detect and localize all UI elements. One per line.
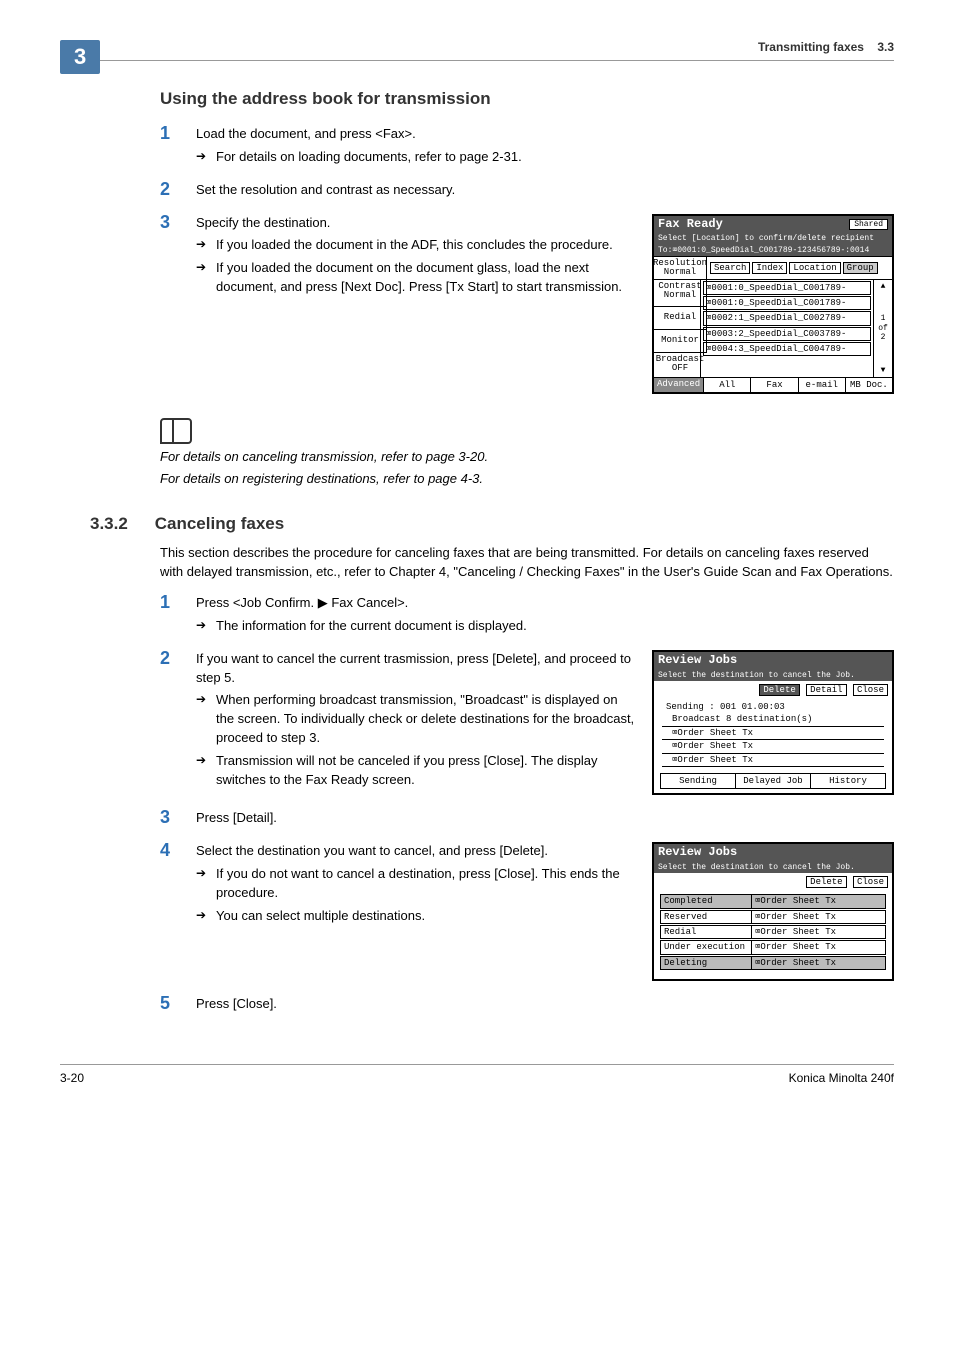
shared-button[interactable]: Shared	[849, 219, 888, 230]
job-header: Sending : 001 01.00:03	[662, 701, 884, 713]
header-section: 3.3	[877, 40, 894, 54]
step-number: 2	[160, 648, 170, 669]
email-tab[interactable]: e-mail	[799, 378, 846, 392]
step-text: Set the resolution and contrast as neces…	[196, 181, 894, 200]
monitor-button[interactable]: Monitor	[654, 330, 707, 353]
status-row[interactable]: Reserved⌧Order Sheet Tx	[660, 910, 886, 924]
screen-subtitle: Select the destination to cancel the Job…	[654, 670, 892, 681]
review-jobs-detail-screen: Review Jobs Select the destination to ca…	[652, 842, 894, 981]
fax-tab[interactable]: Fax	[751, 378, 798, 392]
sub-step: If you do not want to cancel a destinati…	[196, 865, 638, 903]
note-text: For details on registering destinations,…	[160, 470, 894, 488]
fax-ready-screen: Fax Ready Shared Select [Location] to co…	[652, 214, 894, 395]
step-text: Press [Close].	[196, 995, 894, 1014]
header-title: Transmitting faxes	[758, 40, 864, 54]
step-number: 1	[160, 592, 170, 613]
intro-paragraph: This section describes the procedure for…	[160, 544, 894, 582]
speed-dial-entry[interactable]: ⌧0002:1_SpeedDial_C002789-	[703, 311, 871, 325]
screen-to-line: To:⌧0001:0_SpeedDial_C001789-123456789-:…	[654, 245, 892, 256]
sub-step: For details on loading documents, refer …	[196, 148, 894, 167]
step-number: 2	[160, 179, 170, 200]
section-number: 3.3.2	[90, 514, 150, 534]
status-row[interactable]: Completed⌧Order Sheet Tx	[660, 894, 886, 908]
search-tab[interactable]: Search	[710, 262, 750, 274]
delete-button[interactable]: Delete	[759, 684, 799, 696]
step-number: 3	[160, 807, 170, 828]
step-number: 3	[160, 212, 170, 233]
index-tab[interactable]: Index	[752, 262, 787, 274]
location-tab[interactable]: Location	[789, 262, 840, 274]
section-heading-2: 3.3.2 Canceling faxes	[160, 514, 894, 534]
speed-dial-entry[interactable]: ⌧0003:2_SpeedDial_C003789-	[703, 327, 871, 341]
sub-step: The information for the current document…	[196, 617, 894, 636]
section-title-1: Using the address book for transmission	[160, 89, 894, 109]
status-row[interactable]: Deleting⌧Order Sheet Tx	[660, 956, 886, 970]
delayed-job-tab[interactable]: Delayed Job	[736, 774, 811, 788]
speed-dial-entry[interactable]: ⌧0001:0_SpeedDial_C001789-	[703, 281, 871, 295]
job-line[interactable]: Broadcast 8 destination(s)	[662, 713, 884, 726]
job-line[interactable]: ⌧Order Sheet Tx	[662, 740, 884, 753]
status-row[interactable]: Under execution⌧Order Sheet Tx	[660, 940, 886, 954]
history-tab[interactable]: History	[811, 774, 885, 788]
product-name: Konica Minolta 240f	[789, 1071, 894, 1085]
close-button[interactable]: Close	[853, 876, 888, 888]
screen-subtitle: Select [Location] to confirm/delete reci…	[654, 233, 892, 244]
chapter-badge: 3	[60, 40, 100, 74]
screen-title: Review Jobs	[658, 654, 737, 668]
redial-button[interactable]: Redial	[654, 307, 707, 330]
group-tab[interactable]: Group	[843, 262, 878, 274]
mbdoc-tab[interactable]: MB Doc.	[846, 378, 892, 392]
delete-button[interactable]: Delete	[806, 876, 846, 888]
page-number: 3-20	[60, 1071, 84, 1085]
step-number: 1	[160, 123, 170, 144]
note-text: For details on canceling transmission, r…	[160, 448, 894, 466]
step-number: 5	[160, 993, 170, 1014]
close-button[interactable]: Close	[853, 684, 888, 696]
step-number: 4	[160, 840, 170, 861]
page-header: Transmitting faxes 3.3	[60, 40, 894, 61]
sub-step: You can select multiple destinations.	[196, 907, 638, 926]
step-text: If you want to cancel the current trasmi…	[196, 650, 638, 688]
scroll-up-icon[interactable]: ▲	[881, 282, 886, 291]
detail-button[interactable]: Detail	[806, 684, 846, 696]
page-footer: 3-20 Konica Minolta 240f	[60, 1064, 894, 1085]
job-line[interactable]: ⌧Order Sheet Tx	[662, 727, 884, 740]
advanced-button[interactable]: Advanced	[654, 378, 704, 392]
scroll-down-icon[interactable]: ▼	[881, 366, 886, 375]
screen-subtitle: Select the destination to cancel the Job…	[654, 862, 892, 873]
step-text: Specify the destination.	[196, 214, 638, 233]
screen-title: Review Jobs	[658, 846, 737, 860]
step-text: Select the destination you want to cance…	[196, 842, 638, 861]
sub-step: If you loaded the document in the ADF, t…	[196, 236, 638, 255]
sending-tab[interactable]: Sending	[661, 774, 736, 788]
status-row[interactable]: Redial⌧Order Sheet Tx	[660, 925, 886, 939]
step-text: Press <Job Confirm. ▶ Fax Cancel>.	[196, 594, 894, 613]
speed-dial-entry[interactable]: ⌧0001:0_SpeedDial_C001789-	[703, 296, 871, 310]
all-tab[interactable]: All	[704, 378, 751, 392]
broadcast-button[interactable]: BroadcastOFF	[654, 353, 706, 377]
screen-title: Fax Ready	[658, 218, 723, 232]
review-jobs-screen: Review Jobs Select the destination to ca…	[652, 650, 894, 795]
resolution-button[interactable]: ResolutionNormal	[654, 257, 707, 279]
step-text: Load the document, and press <Fax>.	[196, 125, 894, 144]
note-icon	[160, 418, 192, 444]
contrast-button[interactable]: ContrastNormal	[654, 280, 707, 307]
job-line[interactable]: ⌧Order Sheet Tx	[662, 754, 884, 767]
step-text: Press [Detail].	[196, 809, 894, 828]
sub-step: If you loaded the document on the docume…	[196, 259, 638, 297]
page-indicator: 1 of 2	[878, 314, 888, 342]
sub-step: Transmission will not be canceled if you…	[196, 752, 638, 790]
sub-step: When performing broadcast transmission, …	[196, 691, 638, 748]
speed-dial-entry[interactable]: ⌧0004:3_SpeedDial_C004789-	[703, 342, 871, 356]
